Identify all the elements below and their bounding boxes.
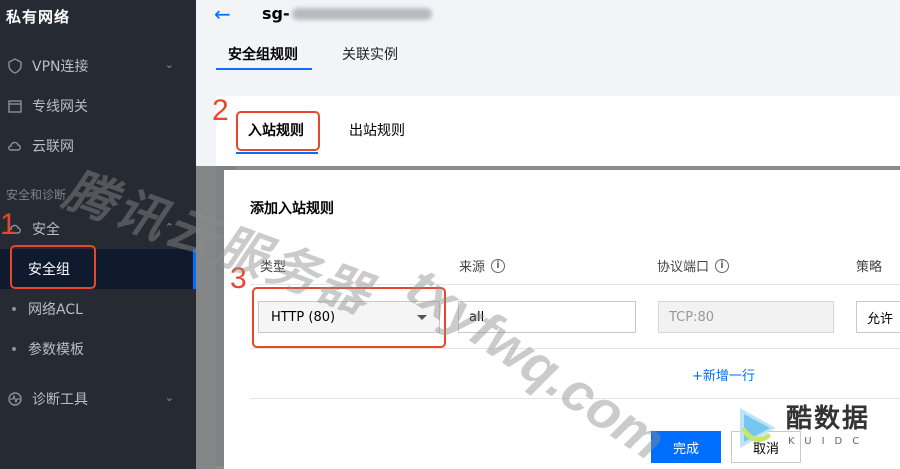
- add-row-link[interactable]: +新增一行: [692, 365, 755, 384]
- back-arrow-icon[interactable]: ←: [214, 2, 231, 26]
- sidebar-brand: 私有网络: [6, 8, 71, 26]
- sidebar-item-dc-gateway[interactable]: 专线网关: [0, 86, 196, 126]
- page-title: sg-: [262, 4, 290, 23]
- chevron-down-icon: ⌄: [164, 58, 174, 71]
- logo-text: 酷数据: [786, 404, 871, 434]
- policy-select-value: 允许: [867, 311, 894, 327]
- calendar-icon: [6, 97, 24, 115]
- sidebar-item-ccn[interactable]: 云联网: [0, 126, 196, 166]
- sidebar-item-label: 诊断工具: [32, 392, 88, 408]
- source-input-value: all: [469, 309, 485, 325]
- confirm-button[interactable]: 完成: [651, 431, 721, 463]
- column-header-policy: 策略: [856, 256, 882, 275]
- chevron-down-icon: ⌄: [164, 391, 174, 404]
- sidebar-item-diagnose[interactable]: 诊断工具 ⌄: [0, 379, 196, 419]
- port-input[interactable]: TCP:80: [658, 301, 834, 333]
- tab-underline: [216, 68, 312, 70]
- diagnose-icon: [6, 390, 24, 408]
- sidebar-item-label: 云联网: [32, 139, 74, 155]
- shield-icon: [6, 57, 24, 75]
- annotation-box-1: [10, 245, 96, 289]
- sidebar-item-label: 专线网关: [32, 99, 88, 115]
- page-header: ← sg- 安全组规则 关联实例: [196, 0, 900, 88]
- annotation-box-3: [252, 287, 446, 348]
- sidebar-item-security[interactable]: 安全 ⌃: [0, 209, 196, 249]
- logo-icon: [740, 408, 776, 448]
- info-icon[interactable]: i: [715, 258, 730, 273]
- sidebar-item-label: 安全: [32, 222, 60, 238]
- column-label: 来源: [459, 260, 486, 275]
- bullet-icon: [12, 307, 16, 311]
- row-divider: [250, 348, 900, 349]
- annotation-number-1: 1: [0, 208, 17, 241]
- redacted-id: [292, 8, 432, 20]
- cloud-icon: [6, 137, 24, 155]
- column-label: 协议端口: [657, 260, 710, 275]
- column-header-type: 类型: [260, 256, 286, 275]
- chevron-up-icon: ⌃: [164, 221, 174, 234]
- column-header-source: 来源 i: [459, 256, 506, 275]
- source-input[interactable]: all: [458, 301, 636, 333]
- dialog-title: 添加入站规则: [250, 201, 334, 217]
- sidebar-item-label: VPN连接: [32, 59, 89, 75]
- sidebar-item-label: 网络ACL: [28, 302, 83, 318]
- bullet-icon: [12, 347, 16, 351]
- sidebar-item-param-template[interactable]: 参数模板: [0, 329, 196, 369]
- sidebar-item-acl[interactable]: 网络ACL: [0, 289, 196, 329]
- sidebar-item-vpn[interactable]: VPN连接 ⌄: [0, 46, 196, 86]
- row-divider: [250, 284, 900, 285]
- policy-select[interactable]: 允许: [856, 301, 900, 333]
- tab-underline: [236, 152, 318, 154]
- column-label: 类型: [260, 260, 287, 275]
- annotation-number-2: 2: [212, 94, 229, 127]
- sidebar-item-label: 参数模板: [28, 342, 84, 358]
- sidebar: 私有网络 VPN连接 ⌄ 专线网关 云联网 安全和诊断 安全 ⌃ 安全组 网络A…: [0, 0, 196, 469]
- watermark-logo: 酷数据 KUIDC: [728, 396, 900, 469]
- column-header-port: 协议端口 i: [657, 256, 730, 275]
- info-icon[interactable]: i: [491, 258, 506, 273]
- column-label: 策略: [856, 260, 883, 275]
- annotation-number-3: 3: [230, 262, 247, 295]
- logo-subtext: KUIDC: [788, 436, 870, 447]
- sidebar-section-title: 安全和诊断: [6, 188, 67, 202]
- port-input-value: TCP:80: [669, 309, 715, 325]
- tab-associated-instances[interactable]: 关联实例: [342, 44, 398, 64]
- tab-outbound-rules[interactable]: 出站规则: [349, 120, 405, 140]
- tab-sg-rules[interactable]: 安全组规则: [228, 44, 298, 64]
- annotation-box-2: [236, 111, 320, 151]
